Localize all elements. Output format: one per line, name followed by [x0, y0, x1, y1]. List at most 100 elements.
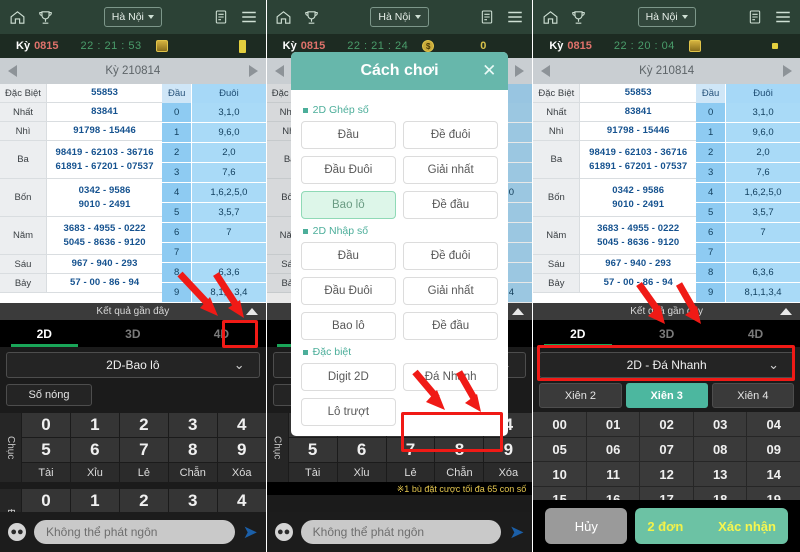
number-cell[interactable]: 06: [586, 437, 641, 462]
play-option-button[interactable]: Lô trượt: [300, 398, 396, 426]
number-cell[interactable]: 09: [747, 437, 800, 462]
recent-results-bar[interactable]: Kết quả gần đây: [0, 303, 266, 320]
xien-3-button[interactable]: Xiên 3: [625, 383, 708, 408]
number-cell[interactable]: 04: [747, 412, 800, 437]
prev-arrow-icon[interactable]: [541, 65, 551, 77]
number-cell[interactable]: 07: [640, 437, 694, 462]
send-icon[interactable]: ➤: [509, 522, 524, 543]
digit-cell[interactable]: 4: [217, 413, 266, 438]
digit-cell[interactable]: 0: [22, 489, 71, 514]
digit-cell[interactable]: 8: [168, 438, 218, 463]
close-icon[interactable]: ✕: [482, 61, 496, 81]
digit-cell[interactable]: 1: [70, 413, 120, 438]
chevron-down-icon[interactable]: ⌄: [234, 357, 245, 373]
play-option-button[interactable]: Đề đuôi: [402, 242, 499, 270]
func-le[interactable]: Lẻ: [119, 463, 169, 482]
hamburger-menu-icon[interactable]: [504, 6, 526, 28]
play-option-button[interactable]: Đề đuôi: [402, 121, 499, 149]
next-arrow-icon[interactable]: [782, 65, 792, 77]
number-cell[interactable]: 08: [693, 437, 748, 462]
play-option-button[interactable]: Đầu Đuôi: [300, 156, 396, 184]
digit-cell[interactable]: 3: [168, 489, 218, 514]
send-icon[interactable]: ➤: [243, 522, 258, 543]
play-option-button[interactable]: Đề đầu: [402, 191, 499, 219]
digit-cell[interactable]: 3: [168, 413, 218, 438]
digit-cell[interactable]: 2: [119, 413, 169, 438]
hot-numbers-button[interactable]: Số nóng: [6, 384, 92, 406]
play-option-button[interactable]: Đề đầu: [402, 312, 499, 340]
play-option-button[interactable]: Giải nhất: [402, 156, 499, 184]
func-tai[interactable]: Tài: [288, 463, 338, 482]
chevron-down-icon[interactable]: ⌄: [768, 357, 779, 373]
city-selector[interactable]: Hà Nội: [370, 7, 429, 27]
tab-4d[interactable]: 4D: [177, 320, 266, 347]
play-option-button-selected[interactable]: Bao lô: [300, 191, 396, 219]
collapse-up-icon[interactable]: [512, 308, 525, 315]
collapse-up-icon[interactable]: [779, 308, 792, 315]
hamburger-menu-icon[interactable]: [238, 6, 260, 28]
digit-cell[interactable]: 5: [22, 438, 71, 463]
number-cell[interactable]: 11: [586, 462, 641, 487]
digit-cell[interactable]: 4: [217, 489, 266, 514]
func-xiu[interactable]: Xỉu: [70, 463, 120, 482]
func-tai[interactable]: Tài: [22, 463, 71, 482]
chat-input[interactable]: Không thể phát ngôn: [34, 520, 235, 544]
func-chan[interactable]: Chẵn: [168, 463, 218, 482]
digit-cell[interactable]: 1: [70, 489, 120, 514]
play-option-button[interactable]: Đầu: [300, 242, 396, 270]
func-xiu[interactable]: Xỉu: [337, 463, 387, 482]
xien-4-button[interactable]: Xiên 4: [711, 383, 794, 408]
digit-cell[interactable]: 9: [484, 438, 533, 463]
play-option-button[interactable]: Bao lô: [300, 312, 396, 340]
number-cell[interactable]: 12: [640, 462, 694, 487]
collapse-up-icon[interactable]: [245, 308, 258, 315]
next-arrow-icon[interactable]: [515, 65, 525, 77]
confirm-button[interactable]: 2 đơn Xác nhận: [635, 508, 788, 544]
number-cell[interactable]: 01: [586, 412, 641, 437]
list-icon[interactable]: [476, 6, 498, 28]
next-arrow-icon[interactable]: [248, 65, 258, 77]
play-option-button[interactable]: Giải nhất: [402, 277, 499, 305]
func-xoa[interactable]: Xóa: [484, 463, 533, 482]
list-icon[interactable]: [744, 6, 766, 28]
chat-bubble-icon[interactable]: ●●: [274, 523, 293, 541]
digit-cell[interactable]: 8: [435, 438, 485, 463]
prev-arrow-icon[interactable]: [8, 65, 17, 77]
prev-arrow-icon[interactable]: [274, 65, 284, 77]
hamburger-menu-icon[interactable]: [772, 6, 794, 28]
number-cell[interactable]: 10: [533, 462, 587, 487]
play-option-button[interactable]: Đầu Đuôi: [300, 277, 396, 305]
list-icon[interactable]: [210, 6, 232, 28]
digit-cell[interactable]: 2: [119, 489, 169, 514]
func-xoa[interactable]: Xóa: [217, 463, 266, 482]
city-selector[interactable]: Hà Nội: [637, 7, 696, 27]
home-icon[interactable]: [539, 6, 561, 28]
home-icon[interactable]: [273, 6, 295, 28]
func-chan[interactable]: Chẵn: [435, 463, 485, 482]
chat-input[interactable]: Không thể phát ngôn: [300, 520, 502, 544]
number-cell[interactable]: 13: [693, 462, 748, 487]
city-selector[interactable]: Hà Nội: [103, 7, 162, 27]
play-option-button[interactable]: Digit 2D: [300, 363, 396, 391]
digit-cell[interactable]: 6: [70, 438, 120, 463]
digit-cell[interactable]: 7: [386, 438, 436, 463]
tab-3d[interactable]: 3D: [622, 320, 711, 347]
number-cell[interactable]: 00: [533, 412, 587, 437]
digit-cell[interactable]: 6: [337, 438, 387, 463]
digit-cell[interactable]: 7: [119, 438, 169, 463]
digit-cell[interactable]: 9: [217, 438, 266, 463]
play-option-button-da-nhanh[interactable]: Đá Nhanh: [402, 363, 499, 391]
play-mode-selector[interactable]: 2D - Đá Nhanh ⌄: [539, 352, 794, 378]
digit-cell[interactable]: 5: [288, 438, 338, 463]
digit-cell[interactable]: 0: [22, 413, 71, 438]
number-cell[interactable]: 03: [693, 412, 748, 437]
func-le[interactable]: Lẻ: [386, 463, 436, 482]
number-cell[interactable]: 05: [533, 437, 587, 462]
home-icon[interactable]: [6, 6, 28, 28]
recent-results-bar[interactable]: Kết quả gần đây: [533, 303, 800, 320]
tab-4d[interactable]: 4D: [711, 320, 800, 347]
play-mode-selector[interactable]: 2D-Bao lô ⌄: [6, 352, 260, 378]
cancel-button[interactable]: Hủy: [545, 508, 628, 544]
trophy-icon[interactable]: [567, 6, 589, 28]
chat-bubble-icon[interactable]: ●●: [8, 523, 26, 541]
